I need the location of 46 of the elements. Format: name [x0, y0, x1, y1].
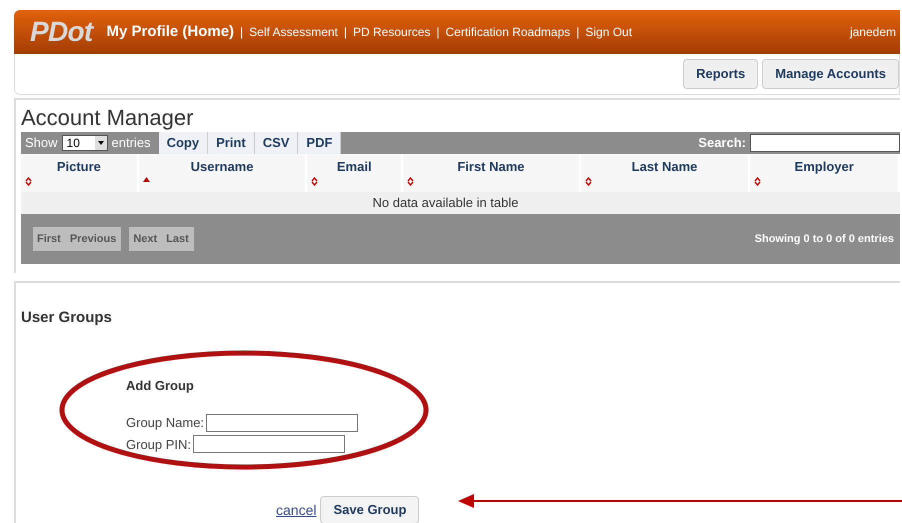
save-group-button[interactable]: Save Group — [320, 496, 420, 523]
column-header[interactable]: Username — [138, 154, 308, 192]
column-header[interactable]: Picture — [21, 154, 139, 192]
form-title: Add Group — [126, 376, 195, 395]
nav-separator: | — [240, 24, 244, 41]
page-size-select[interactable]: 10 — [62, 135, 108, 151]
export-button[interactable]: Copy — [158, 132, 208, 154]
section-title: User Groups — [21, 308, 113, 328]
column-header[interactable]: Last Name — [580, 154, 750, 192]
column-header[interactable]: Employer — [750, 154, 900, 192]
search-label: Search: — [698, 134, 746, 152]
sort-icon — [311, 176, 318, 186]
search-field[interactable] — [750, 134, 900, 152]
toolbar-button[interactable]: Manage Accounts — [762, 59, 899, 89]
nav-separator: | — [436, 24, 440, 41]
sort-icon — [407, 176, 414, 186]
sort-icon — [754, 176, 762, 186]
sort-icon — [25, 176, 32, 186]
text-input[interactable] — [193, 435, 346, 454]
nav-link[interactable]: Self Assessment — [249, 23, 338, 41]
empty-table-message: No data available in table — [21, 192, 900, 214]
nav-link[interactable]: PD Resources — [353, 23, 430, 41]
dropdown-caret-icon — [94, 136, 107, 150]
nav-link[interactable]: My Profile (Home) — [106, 20, 234, 44]
sort-ascending-icon — [142, 176, 150, 182]
sort-icon — [584, 176, 592, 186]
entries-label: entries — [112, 134, 151, 152]
table-info: Showing 0 to 0 of 0 entries — [754, 232, 894, 247]
field-label: Group PIN: — [126, 436, 192, 454]
nav-link[interactable]: Sign Out — [585, 23, 632, 41]
nav-separator: | — [344, 24, 348, 41]
cancel-link[interactable]: cancel — [276, 500, 316, 520]
text-input[interactable] — [206, 414, 358, 432]
username-label: janedem — [850, 24, 896, 41]
show-label: Show — [25, 134, 58, 152]
field-label: Group Name: — [126, 414, 204, 432]
toolbar-button[interactable]: Reports — [683, 59, 758, 89]
export-button[interactable]: PDF — [298, 132, 342, 154]
nav-link[interactable]: Certification Roadmaps — [446, 23, 570, 41]
export-button[interactable]: CSV — [254, 132, 298, 154]
page-title: Account Manager — [21, 104, 194, 132]
column-header[interactable]: Email — [307, 154, 404, 192]
column-header[interactable]: First Name — [403, 154, 581, 192]
nav-separator: | — [576, 24, 580, 41]
export-button[interactable]: Print — [208, 132, 255, 154]
logo: PDot — [30, 15, 93, 49]
